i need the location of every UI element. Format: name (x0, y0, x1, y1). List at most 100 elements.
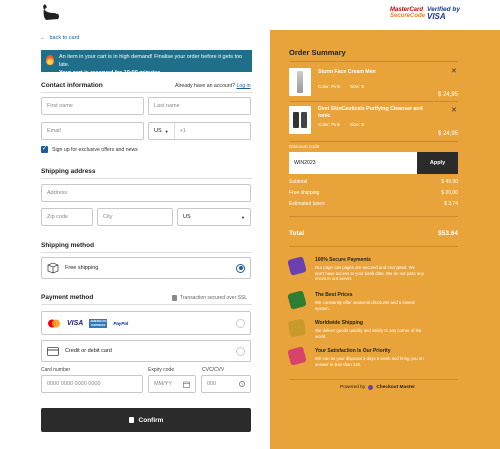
subtotal-row: Subtotal $ 49.90 (289, 179, 458, 185)
mastercard-icon (48, 319, 60, 327)
powered-by: Powered by Checkout Master (340, 385, 415, 390)
shipping-row: Free shipping $ 00,00 (289, 190, 458, 196)
phone-placeholder: +1 (179, 128, 186, 134)
taxes-row: Estimated taxes $ 3.74 (289, 201, 458, 207)
paypal-brand: PayPal (113, 320, 129, 326)
help-icon: ? (239, 381, 245, 387)
country-select[interactable]: US ▼ (177, 208, 251, 226)
alert-line1: An item in your cart is in high demand! … (59, 54, 243, 68)
first-name-placeholder: First name (47, 103, 73, 109)
first-name-input[interactable]: First name (41, 97, 144, 115)
phone-input[interactable]: US ▼ +1 (148, 122, 251, 140)
remove-item-icon[interactable]: ✕ (451, 106, 457, 114)
cvc-input[interactable]: 000 ? (201, 375, 251, 393)
city-placeholder: City (103, 214, 113, 220)
email-input[interactable]: Email (41, 122, 144, 140)
cvc-label: CVC/CVV (202, 367, 225, 373)
radio-unselected-icon[interactable] (236, 346, 245, 356)
back-to-card-label: back to card (49, 35, 80, 41)
feature-title: 100% Secure Payments (315, 257, 371, 263)
product-price: $ 24,95 (437, 131, 458, 137)
box-icon (47, 262, 59, 274)
order-summary-title: Order Summary (289, 48, 346, 57)
discount-label: Discount code (289, 145, 320, 150)
zip-placeholder: Zip code (47, 214, 69, 220)
taxes-value: $ 3.74 (444, 201, 458, 207)
feature-text: We constantly offer seasonal discounts a… (315, 300, 415, 311)
card-number-placeholder: 0000 0000 0000 0000 (47, 381, 101, 387)
card-brands-option[interactable]: VISA AMERICAN EXPRESS PayPal (41, 311, 251, 335)
confirm-button-label: Confirm (138, 416, 164, 424)
radio-selected-icon[interactable] (236, 263, 245, 273)
amex-brand: AMERICAN EXPRESS (89, 318, 108, 328)
credit-card-option[interactable]: Credit or debit card (41, 340, 251, 362)
arrow-left-icon: ← (40, 35, 46, 41)
free-shipping-label: Free shipping (65, 265, 99, 271)
shipping-truck-icon (287, 318, 307, 338)
divider (289, 379, 458, 380)
product-image (289, 106, 311, 134)
product-meta: Color: Pink Size: S (318, 122, 364, 127)
radio-unselected-icon[interactable] (236, 318, 245, 328)
divider (289, 246, 458, 247)
mastercard-line2: SecureCode (390, 13, 426, 19)
city-input[interactable]: City (97, 208, 173, 226)
card-brands-group: VISA AMERICAN EXPRESS PayPal (47, 318, 129, 328)
signup-checkbox-row[interactable]: ✓ Sign up for exclusive offers and news (41, 146, 138, 153)
product-color: Color: Pink (318, 84, 341, 89)
product-image (289, 68, 311, 96)
account-prompt: Already have an account? Log in (175, 83, 251, 89)
product-size: Size: S (350, 122, 365, 127)
powered-by-prefix: Powered by (340, 385, 366, 390)
divider (41, 252, 252, 253)
email-placeholder: Email (47, 128, 61, 134)
card-number-input[interactable]: 0000 0000 0000 0000 (41, 375, 143, 393)
address-input[interactable]: Address (41, 184, 251, 202)
country-code-select[interactable]: US ▼ (149, 123, 175, 139)
total-row: Total $53.64 (289, 230, 458, 237)
apply-button[interactable]: Apply (417, 152, 458, 174)
country-code-value: US (154, 128, 162, 134)
caret-down-icon: ▼ (164, 128, 169, 134)
divider (41, 178, 252, 179)
credit-card-label-group: Credit or debit card (47, 346, 112, 356)
divider (41, 304, 252, 305)
verified-by-visa-logo: Verified by VISA (427, 6, 460, 21)
divider (289, 141, 458, 142)
feature-title: The Best Prices (315, 292, 353, 298)
free-shipping-option[interactable]: Free shipping (41, 257, 251, 279)
feature-text: Our page can pages are secured and encry… (315, 265, 424, 281)
lock-icon (172, 295, 177, 301)
product-name: Dvet SkinCeuticals Purifying Cleanser an… (318, 106, 423, 119)
visa-brand: VISA (67, 319, 84, 327)
feature-title: Worldwide Shipping (315, 320, 363, 326)
checkbox-checked-icon[interactable]: ✓ (41, 146, 48, 153)
last-name-input[interactable]: Last name (148, 97, 251, 115)
address-placeholder: Address (47, 190, 68, 196)
free-shipping-label-group: Free shipping (47, 262, 98, 274)
ssl-note-text: Transaction secured over SSL (180, 295, 248, 301)
back-to-card-link[interactable]: ← back to card (40, 35, 79, 41)
product-meta: Color: Pink Size: S (318, 84, 364, 89)
ssl-note: Transaction secured over SSL (172, 295, 247, 301)
subtotal-value: $ 49.90 (441, 179, 458, 185)
discount-input[interactable]: WIN2023 (289, 152, 417, 174)
calendar-icon (183, 381, 190, 388)
shipping-address-title: Shipping address (41, 168, 96, 175)
divider (289, 61, 458, 62)
contact-title: Contact information (41, 82, 103, 89)
last-name-placeholder: Last name (154, 103, 180, 109)
remove-item-icon[interactable]: ✕ (451, 67, 457, 75)
expiry-input[interactable]: MM/YY (148, 375, 196, 393)
shipping-value: $ 00,00 (441, 190, 458, 196)
expiry-placeholder: MM/YY (154, 381, 173, 387)
cat-logo-icon[interactable] (40, 4, 60, 22)
discount-value: WIN2023 (294, 160, 316, 166)
product-color: Color: Pink (318, 122, 341, 127)
shipping-label: Free shipping (289, 190, 320, 196)
divider (289, 216, 458, 217)
confirm-button[interactable]: Confirm (41, 408, 251, 432)
zip-input[interactable]: Zip code (41, 208, 93, 226)
login-link[interactable]: Log in (236, 83, 250, 89)
checkout-master-logo-icon (368, 385, 374, 390)
